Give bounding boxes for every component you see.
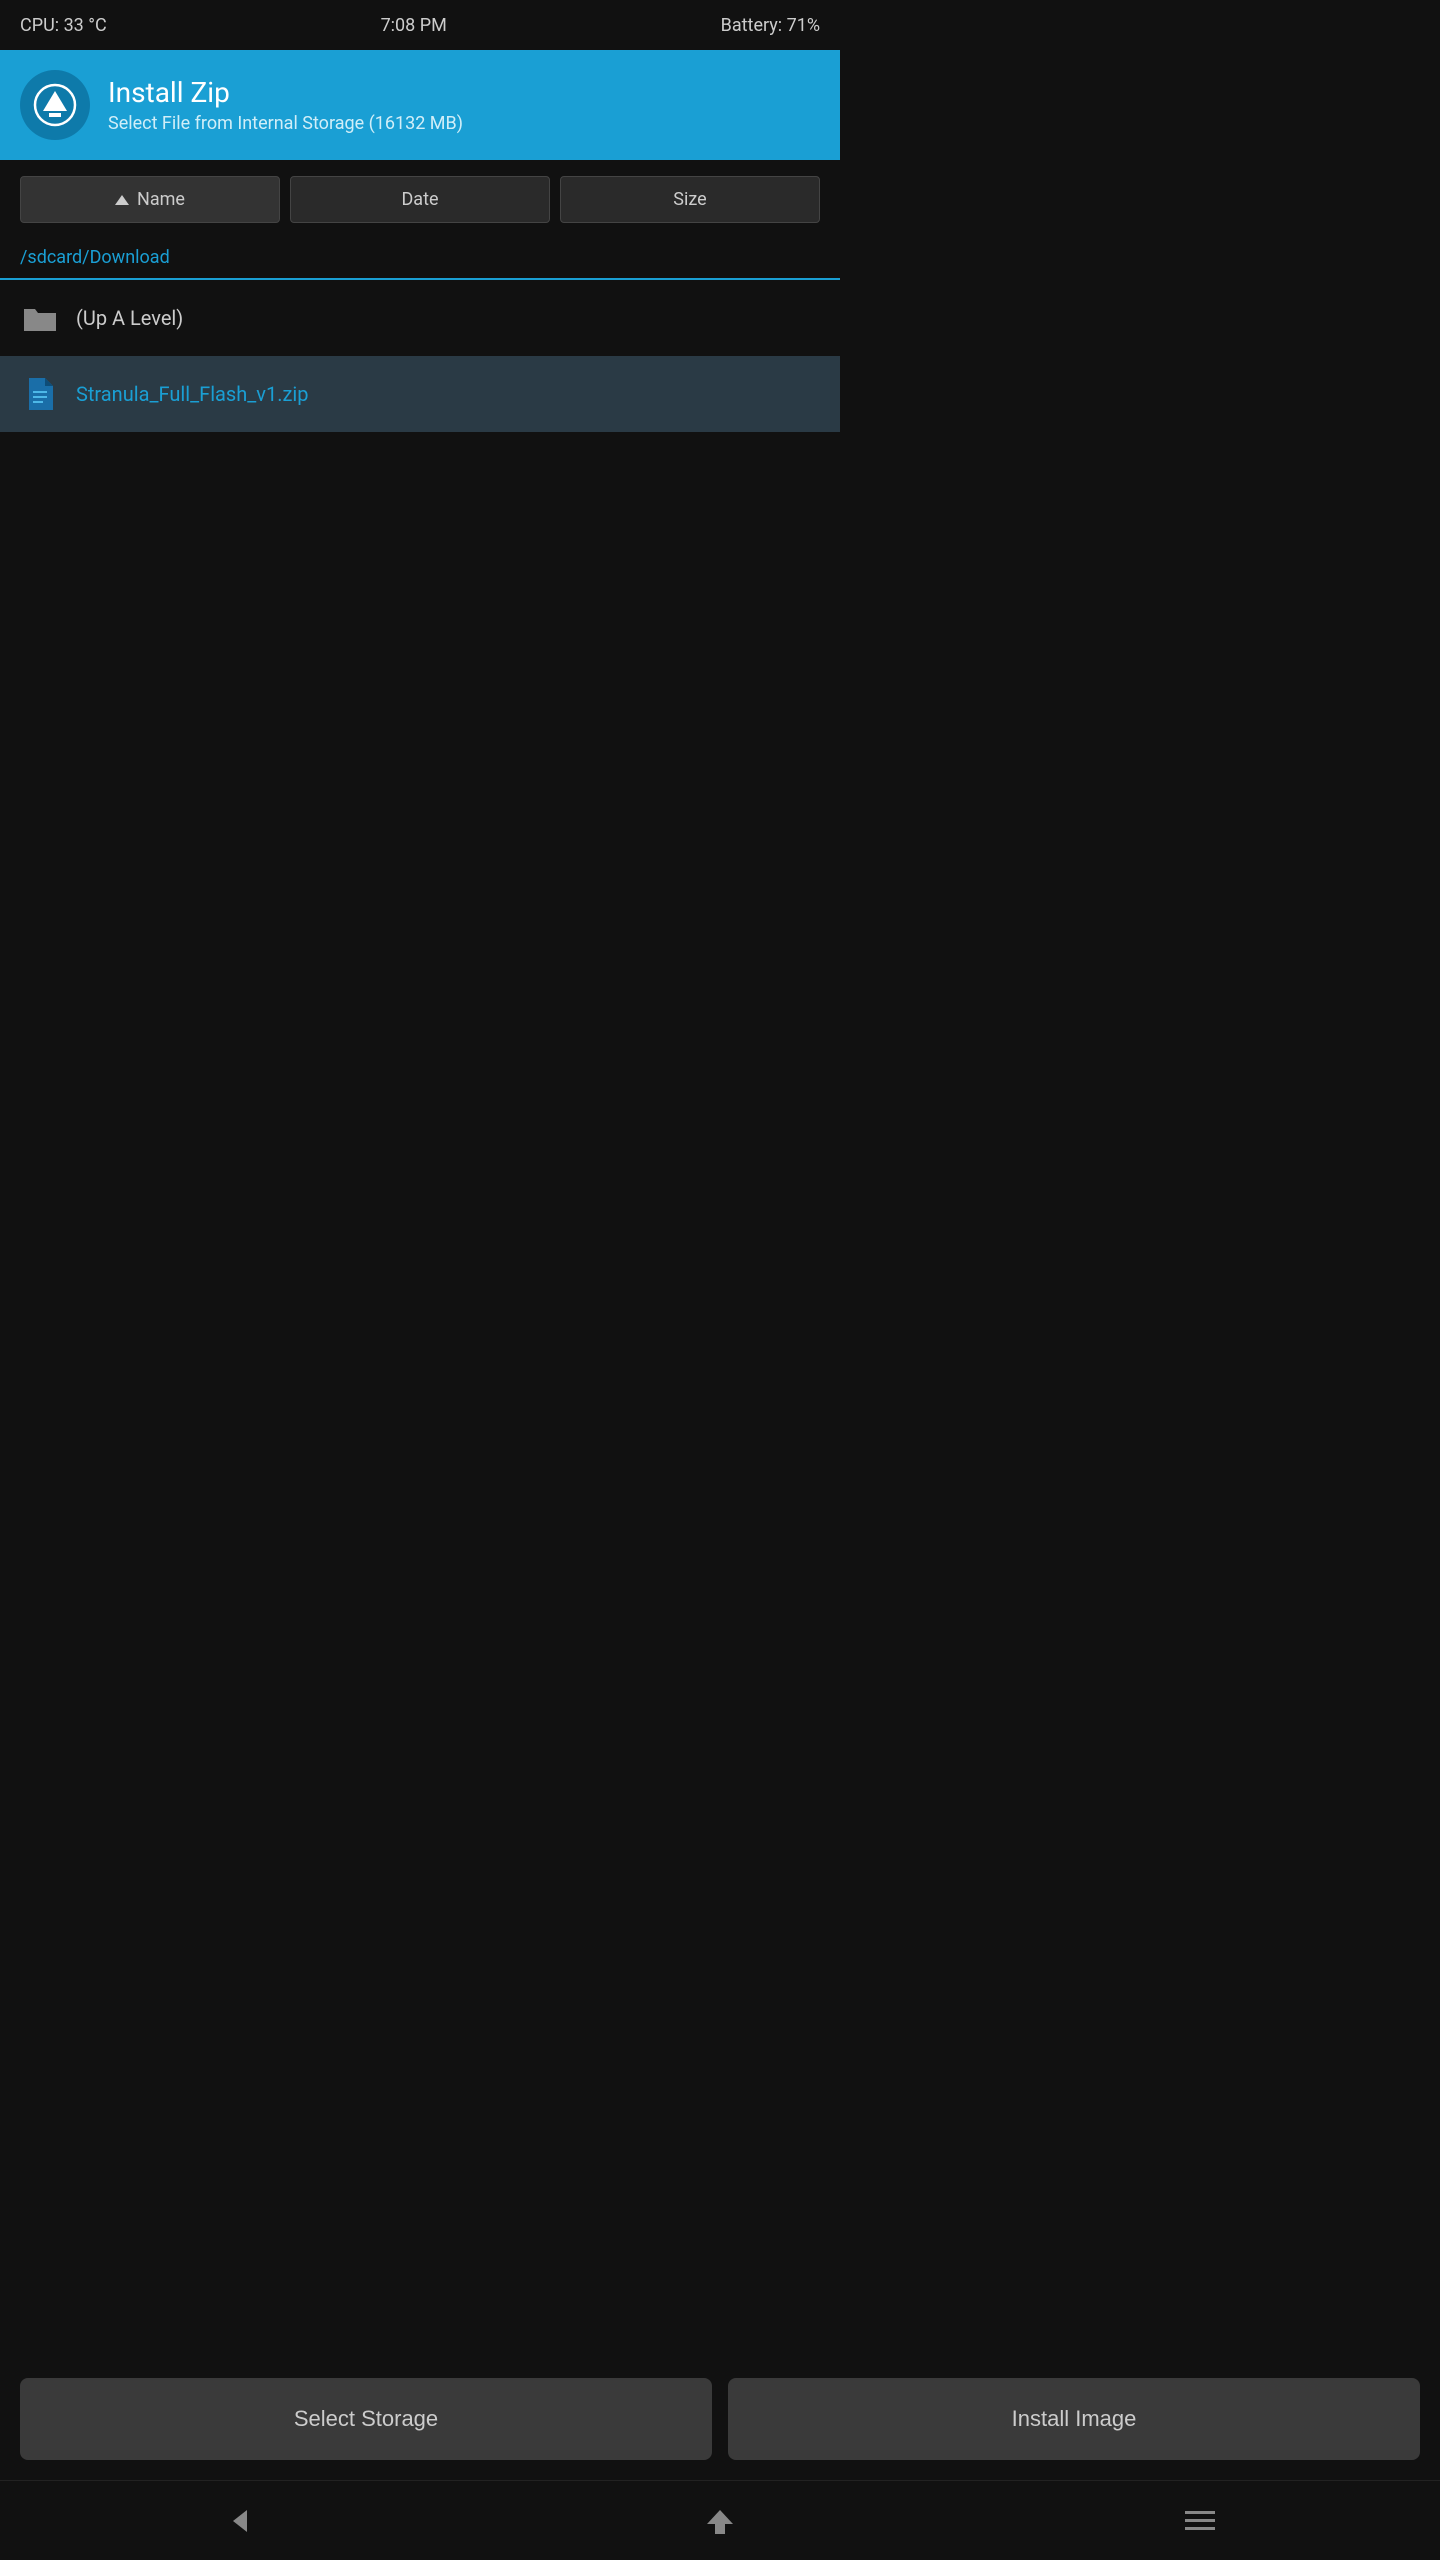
main-content: Name Date Size /sdcard/Download (Up A Le… [0, 160, 840, 1480]
select-storage-button[interactable]: Select Storage [20, 2378, 712, 2460]
time-status: 7:08 PM [381, 15, 447, 36]
home-button[interactable] [690, 2491, 750, 2551]
file-icon [20, 374, 60, 414]
menu-button[interactable] [1170, 2491, 1230, 2551]
cpu-status: CPU: 33 °C [20, 15, 107, 36]
app-title: Install Zip [108, 76, 463, 109]
file-name: Stranula_Full_Flash_v1.zip [76, 382, 309, 406]
sort-size-button[interactable]: Size [560, 176, 820, 223]
sort-name-button[interactable]: Name [20, 176, 280, 223]
list-item[interactable]: Stranula_Full_Flash_v1.zip [0, 356, 840, 432]
app-subtitle: Select File from Internal Storage (16132… [108, 113, 463, 134]
install-image-button[interactable]: Install Image [728, 2378, 1420, 2460]
path-bar: /sdcard/Download [0, 239, 840, 280]
bottom-bar: Select Storage Install Image [0, 2358, 1440, 2480]
current-path: /sdcard/Download [20, 247, 170, 268]
app-icon [20, 70, 90, 140]
sort-arrow-icon [115, 195, 129, 205]
sort-bar: Name Date Size [0, 160, 840, 239]
sort-date-label: Date [401, 189, 438, 210]
list-item[interactable]: (Up A Level) [0, 280, 840, 356]
file-list: (Up A Level) Stranula_Full_Flash_v1.zip [0, 280, 840, 1480]
status-bar: CPU: 33 °C 7:08 PM Battery: 71% [0, 0, 840, 50]
folder-name: (Up A Level) [76, 306, 183, 330]
battery-status: Battery: 71% [721, 15, 820, 36]
back-button[interactable] [210, 2491, 270, 2551]
sort-name-label: Name [137, 189, 185, 210]
nav-bar [0, 2480, 1440, 2560]
header-text: Install Zip Select File from Internal St… [108, 76, 463, 134]
app-header: Install Zip Select File from Internal St… [0, 50, 840, 160]
sort-date-button[interactable]: Date [290, 176, 550, 223]
folder-icon [20, 298, 60, 338]
sort-size-label: Size [673, 189, 706, 210]
